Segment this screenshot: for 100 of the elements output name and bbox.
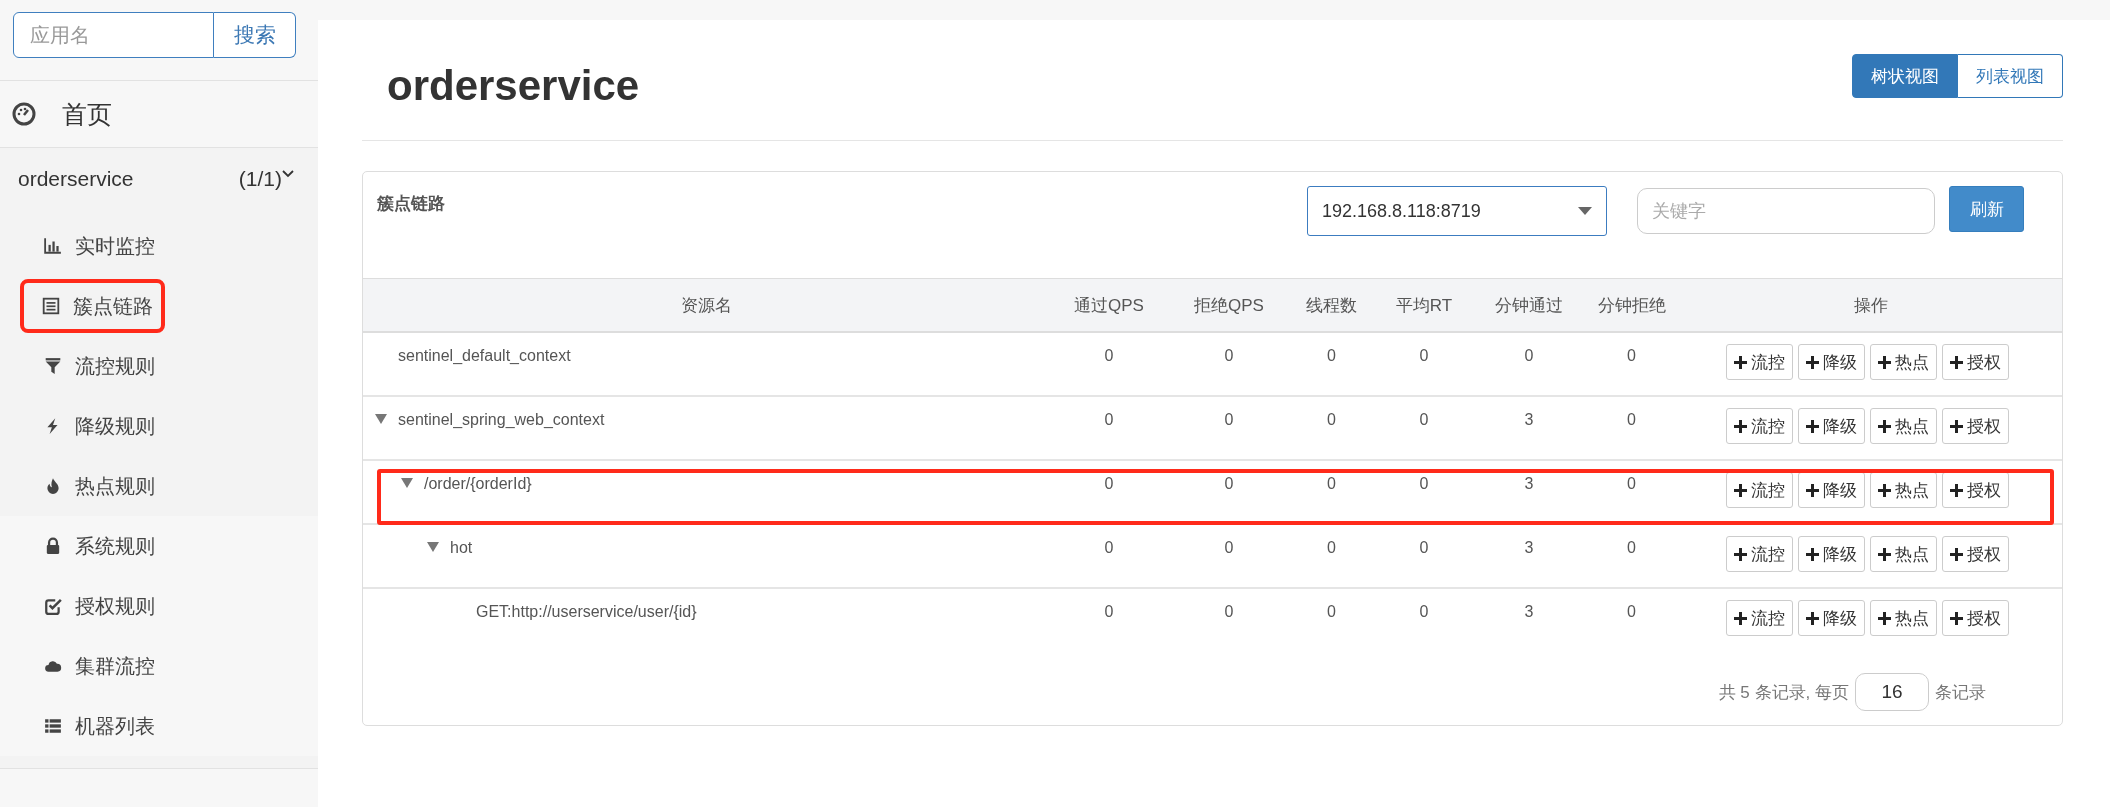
add-rule-button[interactable]: 授权	[1942, 344, 2009, 380]
sidebar-item[interactable]: 实时监控	[75, 232, 155, 260]
add-rule-button[interactable]: 降级	[1798, 536, 1865, 572]
table-cell-text: 0	[1223, 474, 1235, 493]
record-count: 共 5 条记录, 每页	[1718, 681, 1849, 704]
table-cell-text: 0	[1418, 346, 1430, 365]
table-cell-text: 0	[1103, 346, 1115, 365]
sidebar-item[interactable]: 流控规则	[75, 352, 155, 380]
add-rule-button[interactable]: 流控	[1726, 344, 1793, 380]
filter-icon	[44, 357, 62, 375]
page-title: orderservice	[387, 62, 640, 110]
add-rule-button[interactable]: 降级	[1798, 600, 1865, 636]
sidebar-item[interactable]: 系统规则	[75, 532, 155, 560]
plus-icon	[1878, 419, 1891, 433]
add-rule-button[interactable]: 降级	[1798, 344, 1865, 380]
plus-icon	[1734, 611, 1747, 625]
search-button[interactable]: 搜索	[214, 12, 296, 58]
records-label: 条记录	[1935, 681, 1986, 704]
plus-icon	[1878, 483, 1891, 497]
home-link[interactable]: 首页	[62, 97, 112, 131]
caret-down-icon[interactable]	[375, 414, 387, 424]
add-rule-button[interactable]: 热点	[1870, 472, 1937, 508]
table-cell-text: 3	[1523, 602, 1535, 621]
table-cell-text: 0	[1326, 474, 1337, 493]
machine-select[interactable]: 192.168.8.118:8719	[1307, 186, 1607, 236]
caret-down-icon[interactable]	[427, 542, 439, 552]
add-rule-button[interactable]: 流控	[1726, 536, 1793, 572]
lock-icon	[44, 537, 62, 555]
table-cell-text: 0	[1626, 346, 1637, 365]
panel-title: 簇点链路	[377, 193, 446, 215]
plus-icon	[1734, 547, 1747, 561]
add-rule-button[interactable]: 授权	[1942, 600, 2009, 636]
table-cell-text: 0	[1223, 538, 1235, 557]
list-icon	[44, 717, 62, 735]
plus-icon	[1734, 355, 1747, 369]
table-cell-text: 0	[1326, 538, 1337, 557]
column-header: 拒绝QPS	[1193, 294, 1265, 317]
dashboard-icon	[12, 102, 36, 126]
table-cell-text: 0	[1103, 410, 1115, 429]
add-rule-button[interactable]: 流控	[1726, 600, 1793, 636]
resource-name: /order/{orderId}	[423, 475, 532, 493]
table-cell-text: 0	[1103, 474, 1115, 493]
column-header: 分钟通过	[1494, 294, 1564, 317]
table-cell-text: 0	[1418, 602, 1430, 621]
instance-count: (1/1)	[238, 167, 282, 191]
plus-icon	[1806, 547, 1819, 561]
table-cell-text: 0	[1223, 602, 1235, 621]
add-rule-button[interactable]: 降级	[1798, 472, 1865, 508]
add-rule-button[interactable]: 热点	[1870, 600, 1937, 636]
table-cell-text: 0	[1223, 410, 1235, 429]
table-cell-text: 3	[1523, 474, 1535, 493]
table-cell-text: 0	[1418, 474, 1430, 493]
plus-icon	[1950, 355, 1963, 369]
column-header: 分钟拒绝	[1596, 294, 1667, 317]
caret-down-icon[interactable]	[401, 478, 413, 488]
table-cell-text: 0	[1326, 410, 1337, 429]
column-header: 资源名	[679, 294, 733, 317]
plus-icon	[1878, 355, 1891, 369]
search-field[interactable]: 应用名	[13, 12, 214, 58]
sidebar-item[interactable]: 授权规则	[75, 592, 155, 620]
app-name[interactable]: orderservice	[18, 167, 239, 191]
page-size-field[interactable]: 16	[1855, 673, 1929, 711]
plus-icon	[1734, 483, 1747, 497]
column-header: 操作	[1852, 294, 1889, 317]
sidebar-item[interactable]: 机器列表	[75, 712, 155, 740]
add-rule-button[interactable]: 热点	[1870, 536, 1937, 572]
add-rule-button[interactable]: 热点	[1870, 408, 1937, 444]
table-cell-text: 0	[1326, 346, 1337, 365]
table-cell-text: 3	[1523, 538, 1535, 557]
table-cell-text: 0	[1103, 602, 1115, 621]
table-cell-text: 0	[1418, 538, 1430, 557]
table-cell-text: 0	[1103, 538, 1115, 557]
checkbox-icon	[44, 597, 62, 615]
resource-name: hot	[449, 539, 473, 557]
refresh-button[interactable]: 刷新	[1949, 186, 2024, 232]
add-rule-button[interactable]: 授权	[1942, 536, 2009, 572]
view-toggle[interactable]: 列表视图	[1958, 54, 2063, 98]
add-rule-button[interactable]: 流控	[1726, 408, 1793, 444]
plus-icon	[1878, 611, 1891, 625]
add-rule-button[interactable]: 授权	[1942, 408, 2009, 444]
table-cell-text: 0	[1223, 346, 1235, 365]
view-toggle[interactable]: 树状视图	[1852, 54, 1958, 98]
sidebar-item[interactable]: 降级规则	[75, 412, 155, 440]
plus-icon	[1806, 419, 1819, 433]
add-rule-button[interactable]: 授权	[1942, 472, 2009, 508]
sidebar-item[interactable]: 集群流控	[75, 652, 155, 680]
sidebar-item[interactable]: 簇点链路	[73, 292, 153, 320]
chevron-down-icon[interactable]	[282, 168, 294, 180]
column-header: 线程数	[1305, 294, 1358, 317]
plus-icon	[1950, 483, 1963, 497]
add-rule-button[interactable]: 降级	[1798, 408, 1865, 444]
add-rule-button[interactable]: 热点	[1870, 344, 1937, 380]
list-icon	[42, 297, 60, 315]
keyword-field[interactable]: 关键字	[1637, 188, 1935, 234]
plus-icon	[1950, 547, 1963, 561]
add-rule-button[interactable]: 流控	[1726, 472, 1793, 508]
resource-name: sentinel_spring_web_context	[397, 411, 605, 429]
plus-icon	[1806, 483, 1819, 497]
table-cell-text: 0	[1523, 346, 1535, 365]
sidebar-item[interactable]: 热点规则	[75, 472, 155, 500]
